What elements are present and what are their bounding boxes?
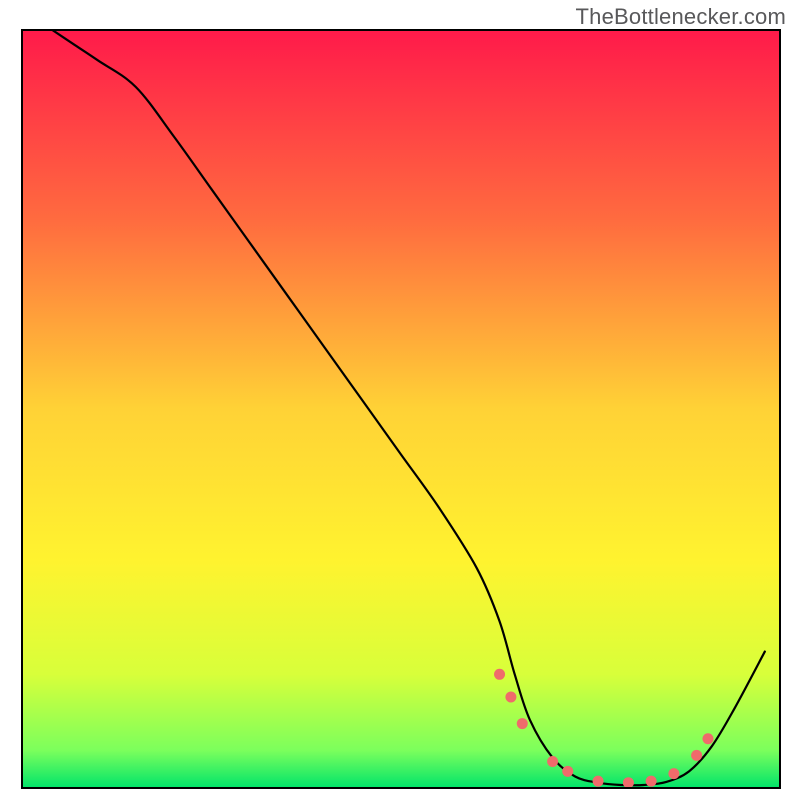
highlight-dot [494, 669, 505, 680]
highlight-dot [646, 776, 657, 787]
highlight-dot [691, 750, 702, 761]
watermark-text: TheBottlenecker.com [576, 4, 786, 30]
highlight-dot [593, 776, 604, 787]
bottleneck-chart [0, 0, 800, 800]
highlight-dot [623, 777, 634, 788]
highlight-dot [668, 768, 679, 779]
highlight-dot [562, 766, 573, 777]
highlight-dot [517, 718, 528, 729]
highlight-dot [547, 756, 558, 767]
highlight-dot [702, 733, 713, 744]
gradient-background [22, 30, 780, 788]
highlight-dot [505, 692, 516, 703]
